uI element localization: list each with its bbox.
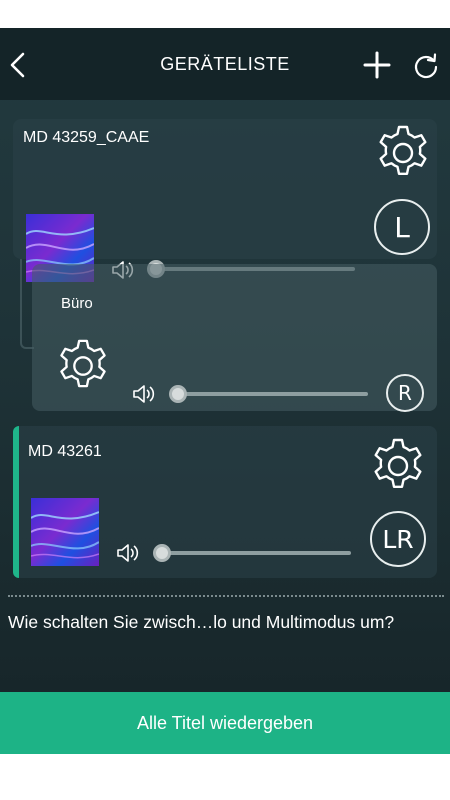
volume-slider-thumb[interactable] — [153, 544, 171, 562]
device-list-screen: GERÄTELISTE MD 43259_CAAE L Büro R MD 43… — [0, 28, 450, 692]
channel-button[interactable]: L — [374, 199, 430, 255]
gear-icon — [374, 438, 422, 488]
device-card[interactable]: MD 43261 LR — [13, 426, 437, 578]
volume-slider[interactable] — [174, 392, 368, 396]
gear-icon — [379, 125, 427, 175]
plus-icon — [363, 51, 391, 79]
device-name: MD 43261 — [28, 443, 102, 460]
navigation-bar — [0, 754, 450, 800]
divider — [8, 595, 444, 597]
device-settings-button[interactable] — [368, 436, 428, 496]
channel-button[interactable]: LR — [370, 511, 426, 567]
header-bar: GERÄTELISTE — [0, 28, 450, 100]
selected-indicator — [13, 426, 19, 578]
album-art-image — [31, 498, 99, 566]
group-settings-button[interactable] — [54, 337, 112, 395]
refresh-icon — [414, 53, 438, 79]
volume-slider-thumb[interactable] — [169, 385, 187, 403]
volume-slider[interactable] — [158, 551, 351, 555]
group-name: Büro — [61, 295, 93, 312]
device-name: MD 43259_CAAE — [23, 129, 150, 146]
device-settings-button[interactable] — [373, 123, 433, 183]
group-card[interactable]: Büro R — [32, 264, 437, 412]
channel-button[interactable]: R — [386, 374, 424, 412]
volume-icon — [116, 542, 140, 564]
add-device-button[interactable] — [362, 50, 392, 80]
gear-icon — [60, 339, 106, 388]
refresh-button[interactable] — [412, 52, 440, 80]
album-cover[interactable] — [31, 498, 99, 566]
play-all-button[interactable]: Alle Titel wiedergeben — [0, 692, 450, 754]
help-link[interactable]: Wie schalten Sie zwisch…lo und Multimodu… — [8, 612, 448, 633]
device-card[interactable]: MD 43259_CAAE L — [13, 119, 437, 282]
status-bar — [0, 0, 450, 28]
volume-icon — [132, 383, 156, 405]
